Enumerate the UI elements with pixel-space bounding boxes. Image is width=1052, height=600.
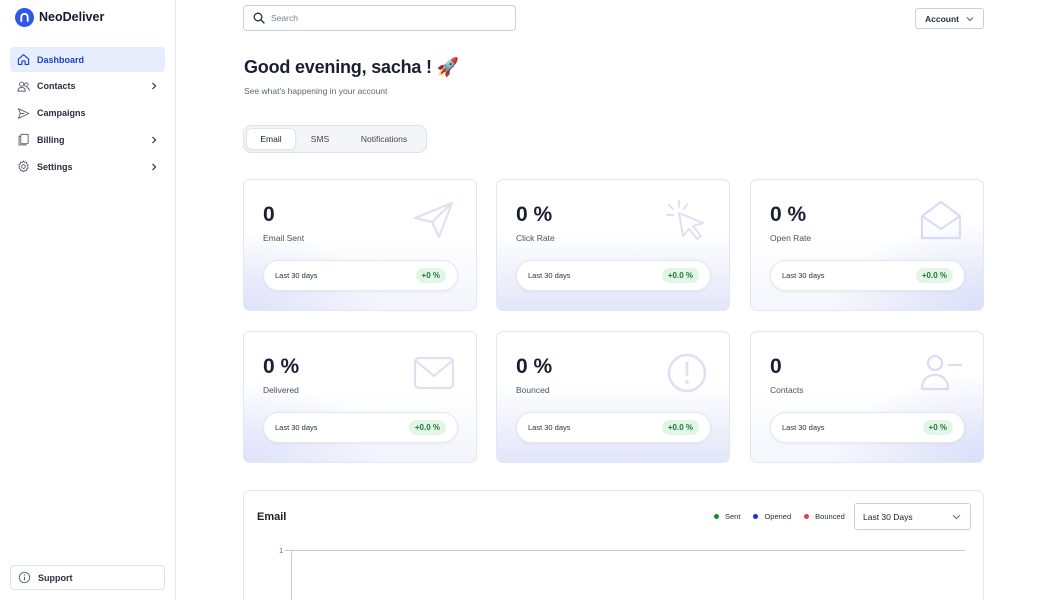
cursor-click-icon: [665, 199, 709, 241]
stat-delta-badge: +0.0 %: [915, 268, 953, 283]
legend-label: Opened: [764, 512, 792, 521]
stat-card-open-rate: 0 % Open Rate Last 30 days +0.0 %: [750, 179, 984, 311]
sidebar-item-dashboard[interactable]: Dashboard: [10, 47, 165, 72]
stat-period-pill: Last 30 days +0.0 %: [770, 260, 965, 291]
legend-label: Sent: [725, 512, 741, 521]
stat-period-pill: Last 30 days +0.0 %: [516, 260, 711, 291]
paper-plane-icon: [412, 199, 456, 241]
users-icon: [16, 79, 30, 93]
brand-logo-icon: [15, 7, 34, 27]
open-envelope-icon: [919, 199, 963, 241]
support-button[interactable]: Support: [10, 565, 165, 590]
send-icon: [16, 106, 30, 120]
stat-value: 0 %: [516, 355, 553, 378]
stat-period: Last 30 days: [275, 423, 318, 432]
stat-value: 0 %: [516, 203, 553, 226]
stat-period: Last 30 days: [528, 423, 571, 432]
account-dropdown[interactable]: Account: [915, 8, 984, 29]
chevron-right-icon: [149, 135, 159, 145]
sidebar-item-billing[interactable]: Billing: [10, 127, 165, 152]
stat-period: Last 30 days: [528, 271, 571, 280]
home-icon: [16, 53, 30, 67]
date-range-value: Last 30 Days: [863, 511, 913, 522]
stat-card-contacts: 0 Contacts Last 30 days +0 %: [750, 331, 984, 463]
stat-delta-badge: +0.0 %: [661, 420, 699, 435]
sidebar-item-label: Contacts: [37, 81, 76, 92]
sidebar-item-label: Campaigns: [37, 108, 86, 119]
search-bar[interactable]: [243, 5, 516, 31]
search-input[interactable]: [271, 13, 515, 23]
search-icon: [253, 12, 265, 24]
stat-period-pill: Last 30 days +0 %: [263, 260, 458, 291]
stat-delta-badge: +0.0 %: [408, 420, 446, 435]
tab-sms[interactable]: SMS: [296, 128, 344, 150]
stat-label: Bounced: [516, 385, 550, 395]
stat-card-email-sent: 0 Email Sent Last 30 days +0 %: [243, 179, 477, 311]
stat-period: Last 30 days: [275, 271, 318, 280]
sidebar-item-label: Dashboard: [37, 54, 85, 65]
legend-dot: [804, 514, 810, 519]
stat-card-click-rate: 0 % Click Rate Last 30 days +0.0 %: [496, 179, 730, 311]
envelope-icon: [412, 351, 456, 393]
sidebar-item-campaigns[interactable]: Campaigns: [10, 101, 165, 126]
stat-label: Click Rate: [516, 233, 555, 243]
stat-delta-badge: +0.0 %: [661, 268, 699, 283]
stat-delta-badge: +0 %: [415, 268, 446, 283]
sidebar-item-label: Settings: [37, 161, 73, 172]
legend-label: Bounced: [815, 512, 845, 521]
chart-legend: Sent Opened Bounced: [714, 512, 858, 521]
legend-dot: [753, 514, 759, 519]
stat-period: Last 30 days: [782, 271, 825, 280]
gear-icon: [16, 160, 30, 174]
stat-value: 0 %: [770, 203, 807, 226]
stat-value: 0: [263, 203, 275, 226]
stat-period-pill: Last 30 days +0 %: [770, 412, 965, 443]
chart-plot-area: 1: [279, 548, 965, 600]
chevron-down-icon: [952, 514, 961, 520]
stat-card-delivered: 0 % Delivered Last 30 days +0.0 %: [243, 331, 477, 463]
stat-value: 0 %: [263, 355, 300, 378]
email-chart-panel: Email Sent Opened Bounced Last 30 Days 1: [243, 490, 984, 600]
stat-label: Contacts: [770, 385, 804, 395]
stat-delta-badge: +0 %: [922, 420, 953, 435]
documents-icon: [16, 133, 30, 147]
sidebar-item-contacts[interactable]: Contacts: [10, 74, 165, 99]
chevron-right-icon: [149, 81, 159, 91]
legend-dot: [714, 514, 719, 519]
y-axis-tick-label: 1: [279, 548, 283, 555]
legend-item-opened[interactable]: Opened: [753, 512, 791, 521]
stat-label: Email Sent: [263, 233, 305, 243]
brand-name: NeoDeliver: [39, 10, 105, 24]
info-icon: [17, 571, 31, 585]
page-subtitle: See what's happening in your account: [244, 86, 388, 96]
date-range-select[interactable]: Last 30 Days: [854, 503, 971, 530]
chevron-right-icon: [149, 162, 159, 172]
chart-title: Email: [257, 511, 287, 523]
stat-period-pill: Last 30 days +0.0 %: [516, 412, 711, 443]
support-label: Support: [38, 572, 73, 583]
stat-label: Open Rate: [770, 233, 812, 243]
sidebar-item-settings[interactable]: Settings: [10, 154, 165, 179]
sidebar-nav: Dashboard Contacts Campaigns Billing Set…: [10, 47, 165, 181]
stat-period: Last 30 days: [782, 423, 825, 432]
brand[interactable]: NeoDeliver: [15, 6, 104, 28]
user-icon: [919, 351, 963, 393]
stat-label: Delivered: [263, 385, 299, 395]
account-label: Account: [925, 13, 959, 24]
tab-email[interactable]: Email: [246, 128, 296, 150]
stat-card-bounced: 0 % Bounced Last 30 days +0.0 %: [496, 331, 730, 463]
channel-tabs: Email SMS Notifications: [243, 125, 427, 153]
legend-item-bounced[interactable]: Bounced: [804, 512, 845, 521]
sidebar-item-label: Billing: [37, 134, 65, 145]
stat-value: 0: [770, 355, 782, 378]
sidebar: NeoDeliver Dashboard Contacts Campaigns …: [0, 0, 176, 600]
alert-circle-icon: [665, 351, 709, 393]
app-root: NeoDeliver Dashboard Contacts Campaigns …: [0, 0, 1052, 600]
stat-period-pill: Last 30 days +0.0 %: [263, 412, 458, 443]
chevron-down-icon: [966, 16, 974, 22]
legend-item-sent[interactable]: Sent: [714, 512, 740, 521]
page-title: Good evening, sacha ! 🚀: [244, 57, 459, 77]
tab-notifications[interactable]: Notifications: [344, 128, 424, 150]
